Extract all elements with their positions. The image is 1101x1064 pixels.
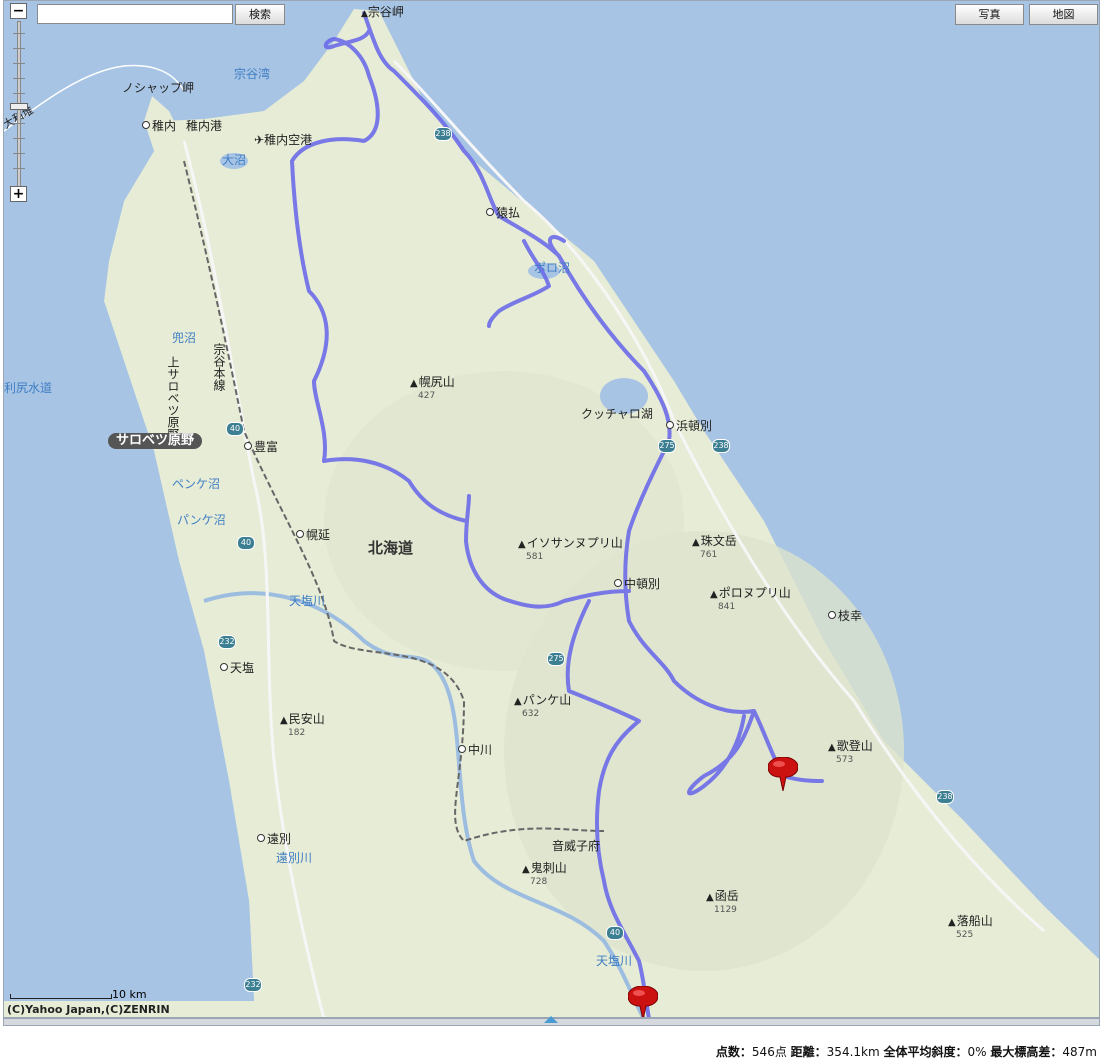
label-nakagawa: 中川 — [458, 743, 492, 757]
zoom-out-button[interactable]: − — [10, 3, 27, 19]
road-shield: 232 — [244, 978, 262, 992]
zoom-tick — [13, 93, 25, 94]
label-teshiogawa2: 天塩川 — [596, 954, 633, 968]
road-shield: 275 — [547, 652, 565, 666]
slope-value: 0% — [967, 1045, 987, 1059]
label-hokkaido: 北海道 — [368, 539, 414, 557]
elev-label: 最大標高差： — [990, 1045, 1063, 1059]
route-stats: 点数：546点 距離：354.1km 全体平均斜度：0% 最大標高差：487m — [716, 1043, 1097, 1060]
road-shield: 275 — [658, 439, 676, 453]
label-toyotomi: 豊富 — [244, 440, 278, 454]
search-button[interactable]: 検索 — [235, 4, 285, 25]
peak-label: イソサンヌプリ山581 — [518, 536, 623, 562]
zoom-tick — [13, 153, 25, 154]
zoom-tick — [13, 48, 25, 49]
peak-label: 鬼刺山728 — [522, 861, 567, 887]
zoom-tick — [13, 33, 25, 34]
zoom-tick — [13, 63, 25, 64]
label-otoineppu: 音威子府 — [552, 839, 601, 853]
map-view-button[interactable]: 地図 — [1029, 4, 1098, 25]
label-wakkanai: 稚内 — [142, 119, 176, 133]
peak-label: 歌登山573 — [828, 739, 873, 765]
label-noshappu: ノシャップ岬 — [122, 81, 195, 95]
label-wakkanai-ko: 稚内港 — [186, 119, 223, 133]
distance-label: 距離： — [790, 1045, 827, 1059]
peak-label: 函岳1129 — [706, 889, 739, 915]
label-poronuma: ポロ沼 — [534, 261, 571, 275]
road-shield: 238 — [936, 790, 954, 804]
sarobetsu-badge[interactable]: サロベツ原野 — [108, 433, 203, 449]
label-rishiri-water: 利尻水道 — [4, 381, 53, 395]
label-kuccharo: クッチャロ湖 — [581, 407, 653, 421]
peak-label: 幌尻山427 — [410, 375, 455, 401]
road-shield: 232 — [218, 635, 236, 649]
zoom-thumb[interactable] — [10, 103, 28, 110]
label-soya-misaki: ▲宗谷岬 — [361, 5, 404, 19]
label-soya-wan: 宗谷湾 — [234, 67, 271, 81]
search-input[interactable] — [37, 4, 233, 24]
peak-label: 落船山525 — [948, 914, 993, 940]
expand-up-icon[interactable] — [544, 1016, 558, 1023]
label-teshio: 天塩 — [220, 661, 254, 675]
zoom-tick — [13, 138, 25, 139]
peak-label: ポロヌプリ山841 — [710, 586, 791, 612]
zoom-tick — [13, 168, 25, 169]
peak-label: パンケ山632 — [514, 693, 571, 719]
road-shield: 40 — [226, 422, 244, 436]
points-value: 546点 — [751, 1045, 787, 1059]
road-shield: 40 — [237, 536, 255, 550]
label-horonobe: 幌延 — [296, 528, 330, 542]
map-canvas[interactable]: ▲宗谷岬 宗谷湾 ノシャップ岬 稚内 稚内港 ✈稚内空港 大沼 猿払 ポロ沼 兜… — [3, 0, 1100, 1018]
label-nakatonbetsu: 中頓別 — [614, 577, 660, 591]
label-kabutonuma: 兜沼 — [172, 331, 197, 345]
peak-label: 民安山182 — [280, 712, 325, 738]
airplane-icon: ✈ — [254, 133, 265, 147]
label-enbetsu: 遠別 — [257, 832, 291, 846]
label-onuma: 大沼 — [222, 153, 247, 167]
zoom-control[interactable]: − + — [10, 3, 28, 203]
distance-value: 354.1km — [826, 1045, 880, 1059]
photo-view-button[interactable]: 写真 — [955, 4, 1024, 25]
scale-label: 10 km — [112, 988, 147, 1001]
points-label: 点数： — [715, 1045, 752, 1059]
label-teshiogawa: 天塩川 — [289, 594, 326, 608]
route-end-pin-icon[interactable] — [768, 757, 798, 791]
label-penkenuma: ペンケ沼 — [172, 477, 221, 491]
map-credit: (C)Yahoo Japan,(C)ZENRIN — [7, 1003, 170, 1016]
zoom-tick — [13, 123, 25, 124]
label-sarufutsu: 猿払 — [486, 206, 520, 220]
zoom-tick — [13, 78, 25, 79]
label-hamatonbetsu: 浜頓別 — [666, 419, 712, 433]
zoom-in-button[interactable]: + — [10, 186, 27, 202]
scale-line — [10, 994, 112, 999]
slope-label: 全体平均斜度： — [883, 1045, 968, 1059]
peak-label: 珠文岳761 — [692, 534, 737, 560]
route-start-pin-icon[interactable] — [628, 986, 658, 1018]
label-enbetsugawa: 遠別川 — [276, 851, 313, 865]
label-edasachi: 枝幸 — [828, 609, 862, 623]
elev-value: 487m — [1062, 1045, 1097, 1059]
road-shield: 238 — [434, 127, 452, 141]
road-shield: 238 — [712, 439, 730, 453]
label-soya-line: 宗谷本線 — [212, 343, 226, 391]
label-airport: ✈稚内空港 — [254, 133, 313, 147]
label-pankenuma: パンケ沼 — [177, 513, 226, 527]
label-kami-sarobetsu: 上サロベツ原野 — [166, 356, 180, 440]
road-shield: 40 — [606, 926, 624, 940]
